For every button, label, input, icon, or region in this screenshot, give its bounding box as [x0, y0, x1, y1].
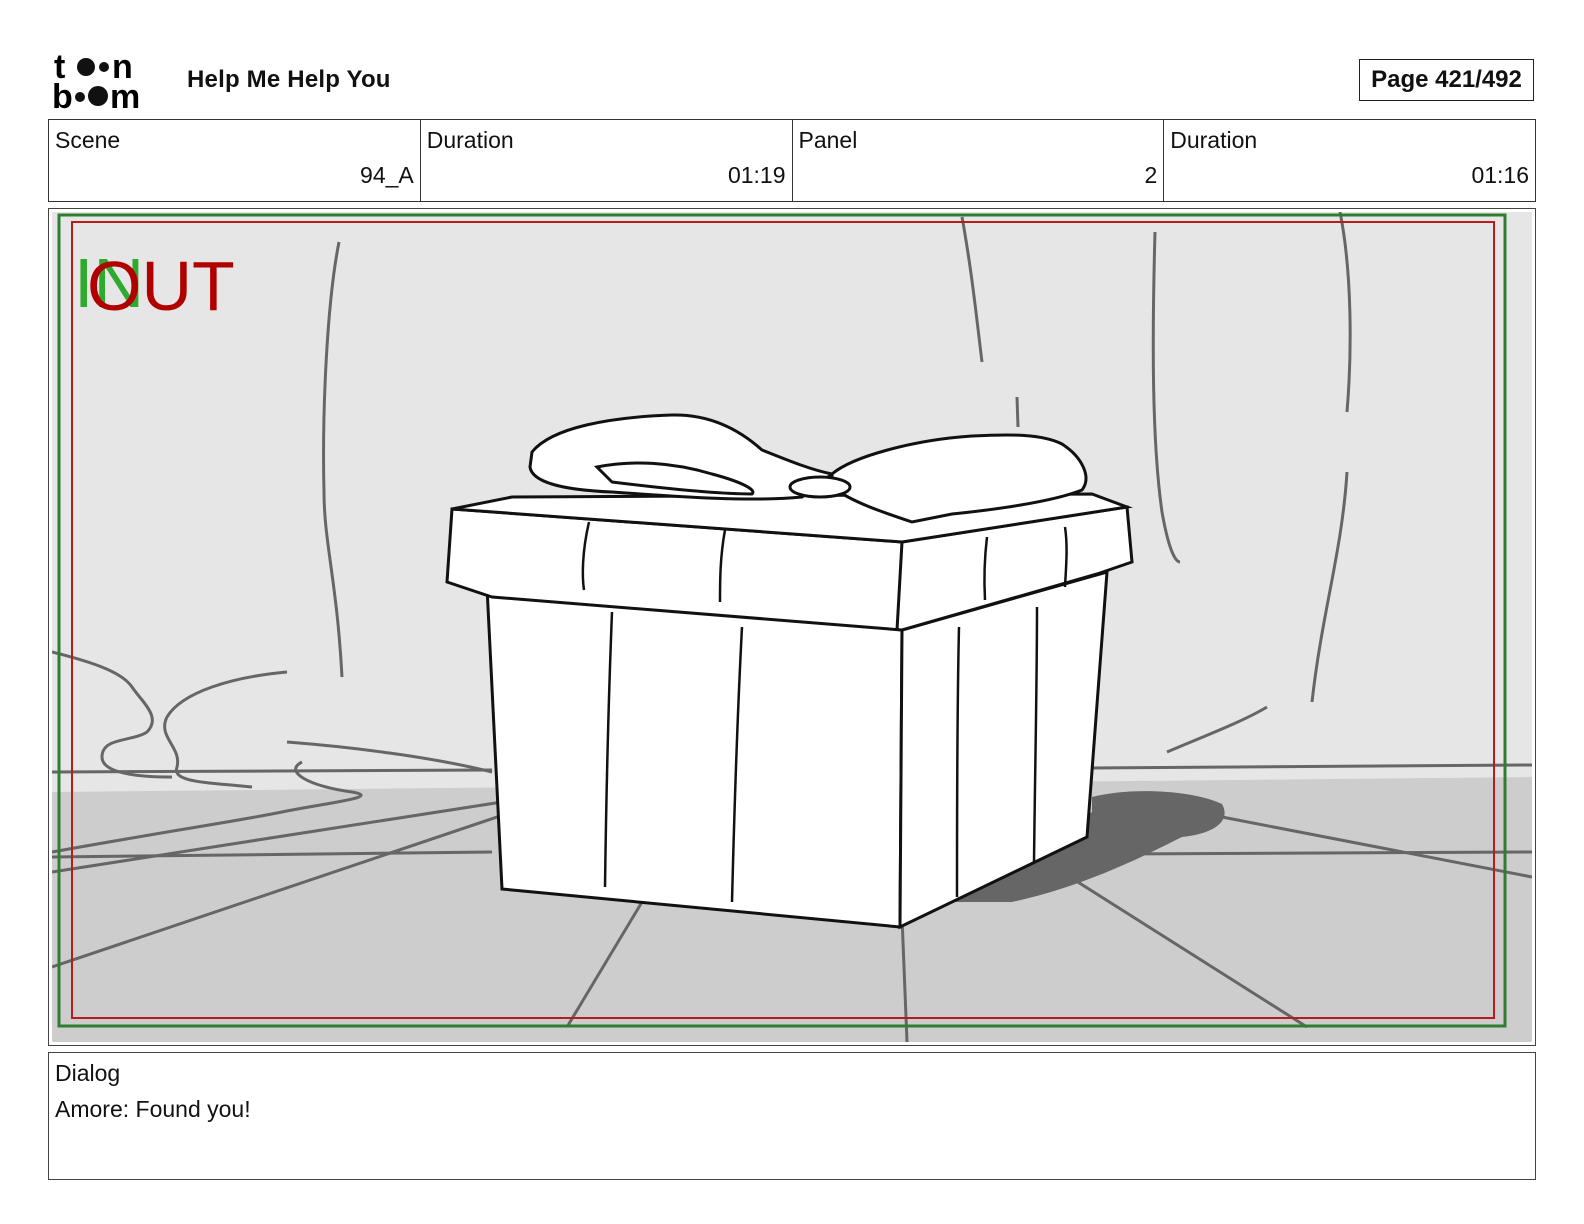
scene-duration-cell: Duration 01:19	[421, 120, 793, 201]
panel-duration-cell: Duration 01:16	[1164, 120, 1535, 201]
dialog-text: Amore: Found you!	[55, 1096, 251, 1122]
svg-text:b: b	[52, 78, 73, 112]
out-marker: OUT	[87, 247, 235, 325]
storyboard-panel-image: IN OUT	[52, 212, 1532, 1042]
scene-duration-value: 01:19	[727, 162, 786, 188]
panel-label: Panel	[798, 127, 858, 153]
page-indicator: Page 421/492	[1359, 59, 1534, 101]
panel-duration-label: Duration	[1170, 127, 1258, 153]
panel-duration-value: 01:16	[1471, 162, 1529, 188]
panel-value: 2	[1144, 162, 1158, 188]
scene-duration-label: Duration	[426, 127, 514, 153]
dialog-label: Dialog	[55, 1060, 121, 1086]
dialog-box: Dialog Amore: Found you!	[48, 1052, 1536, 1180]
project-title: Help Me Help You	[187, 66, 391, 93]
scene-info-table: Scene 94_A Duration 01:19 Panel 2 Durati…	[48, 119, 1536, 202]
scene-value: 94_A	[360, 162, 414, 188]
svg-text:m: m	[110, 78, 140, 112]
scene-cell: Scene 94_A	[49, 120, 421, 201]
panel-cell: Panel 2	[793, 120, 1165, 201]
toon-boom-logo: t n b m	[52, 50, 140, 112]
scene-label: Scene	[55, 127, 121, 153]
